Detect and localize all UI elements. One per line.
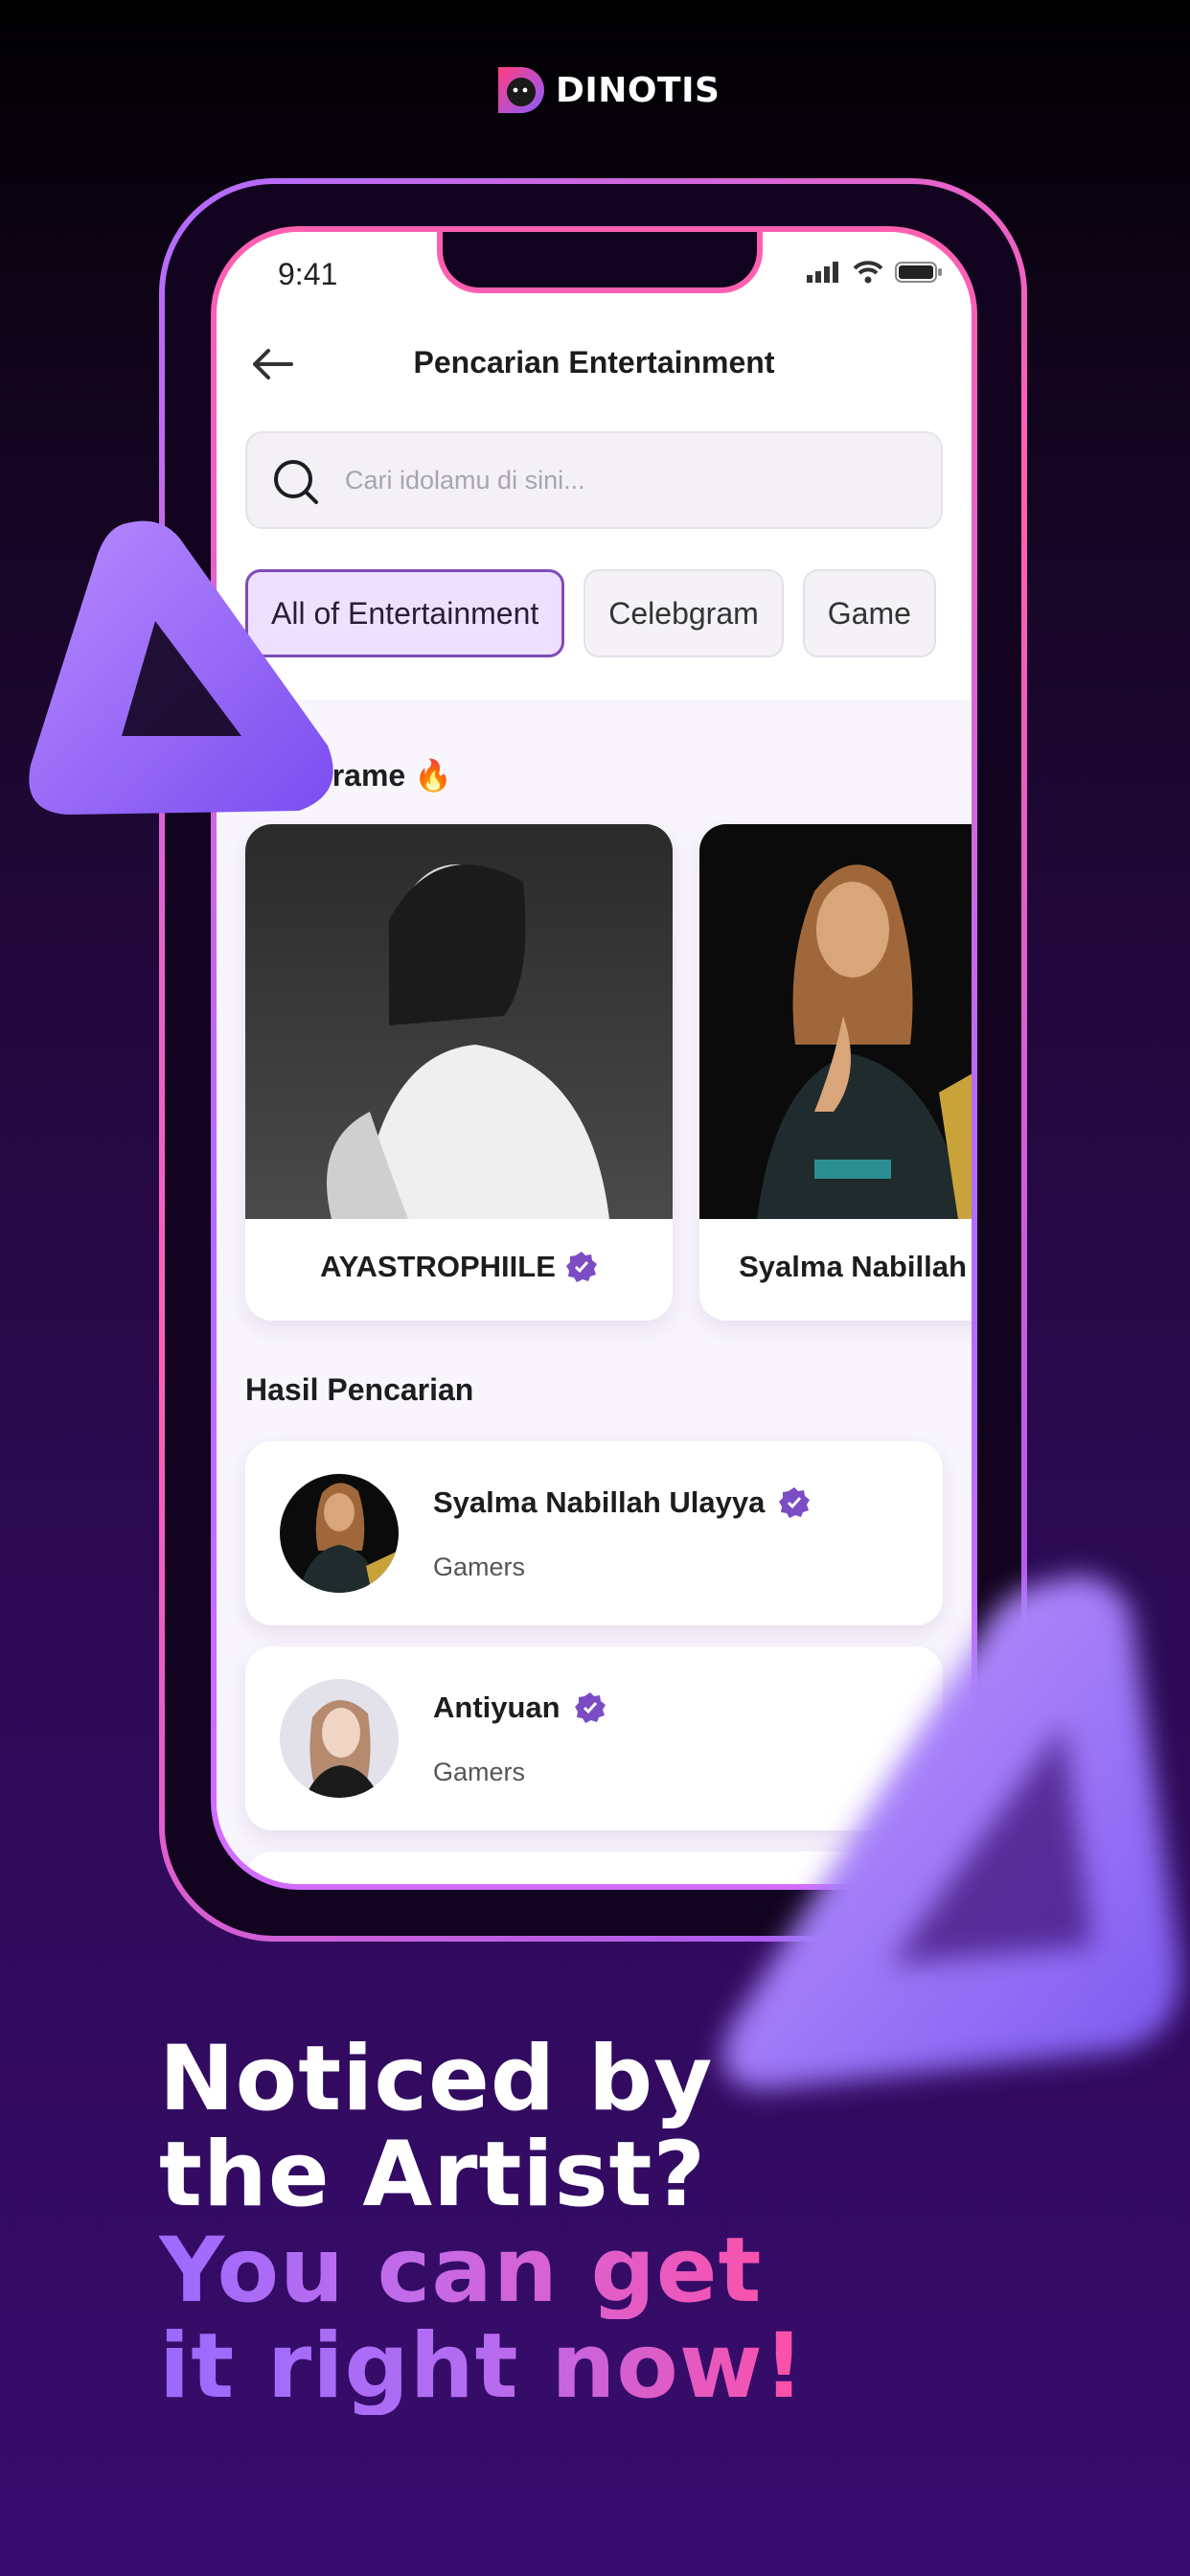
status-icons: [807, 261, 943, 284]
verified-badge-icon: [779, 1487, 811, 1518]
status-time: 9:41: [278, 257, 338, 291]
result-name: Syalma Nabillah Ulayya: [433, 1485, 811, 1520]
headline: Noticed by the Artist? You can get it ri…: [159, 2032, 806, 2415]
search-placeholder: Cari idolamu di sini...: [345, 466, 585, 494]
headline-line-3: You can get: [159, 2223, 806, 2319]
dinotis-logo-icon: [498, 67, 544, 113]
signal-icon: [807, 262, 838, 283]
card-artist-name: Syalma Nabillah: [739, 1250, 967, 1283]
chip-celebgram[interactable]: Celebgram: [584, 569, 784, 657]
trending-carousel: AYASTROPHIILE Syalma Nabillah: [245, 824, 972, 1321]
artist-photo: [699, 824, 972, 1219]
card-artist-name: AYASTROPHIILE: [245, 1250, 673, 1284]
search-icon: [274, 460, 318, 504]
verified-badge-icon: [574, 1692, 606, 1723]
search-input[interactable]: Cari idolamu di sini...: [245, 431, 943, 529]
notch: [437, 232, 763, 293]
artist-photo: [245, 824, 673, 1219]
category-chips: All of Entertainment Celebgram Game: [245, 569, 936, 657]
headline-line-4: it right now!: [159, 2314, 806, 2419]
page-title: Pencarian Entertainment: [413, 345, 775, 380]
brand: DINOTIS: [492, 63, 720, 117]
result-name: Antiyuan: [433, 1690, 606, 1725]
results-title: Hasil Pencarian: [245, 1372, 474, 1407]
trending-card[interactable]: Syalma Nabillah: [699, 824, 972, 1321]
brand-name: DINOTIS: [556, 70, 721, 110]
trending-card[interactable]: AYASTROPHIILE: [245, 824, 673, 1321]
headline-line-1: Noticed by: [159, 2027, 714, 2131]
decorative-triangle-left: [29, 520, 333, 815]
wifi-icon: [853, 261, 883, 284]
avatar: [280, 1474, 399, 1593]
verified-badge-icon: [565, 1252, 597, 1282]
avatar: [280, 1679, 399, 1798]
battery-icon: [895, 262, 942, 283]
headline-line-2: the Artist?: [159, 2123, 707, 2227]
result-category: Gamers: [433, 1758, 526, 1786]
result-category: Gamers: [433, 1552, 526, 1581]
chip-game[interactable]: Game: [802, 569, 936, 657]
